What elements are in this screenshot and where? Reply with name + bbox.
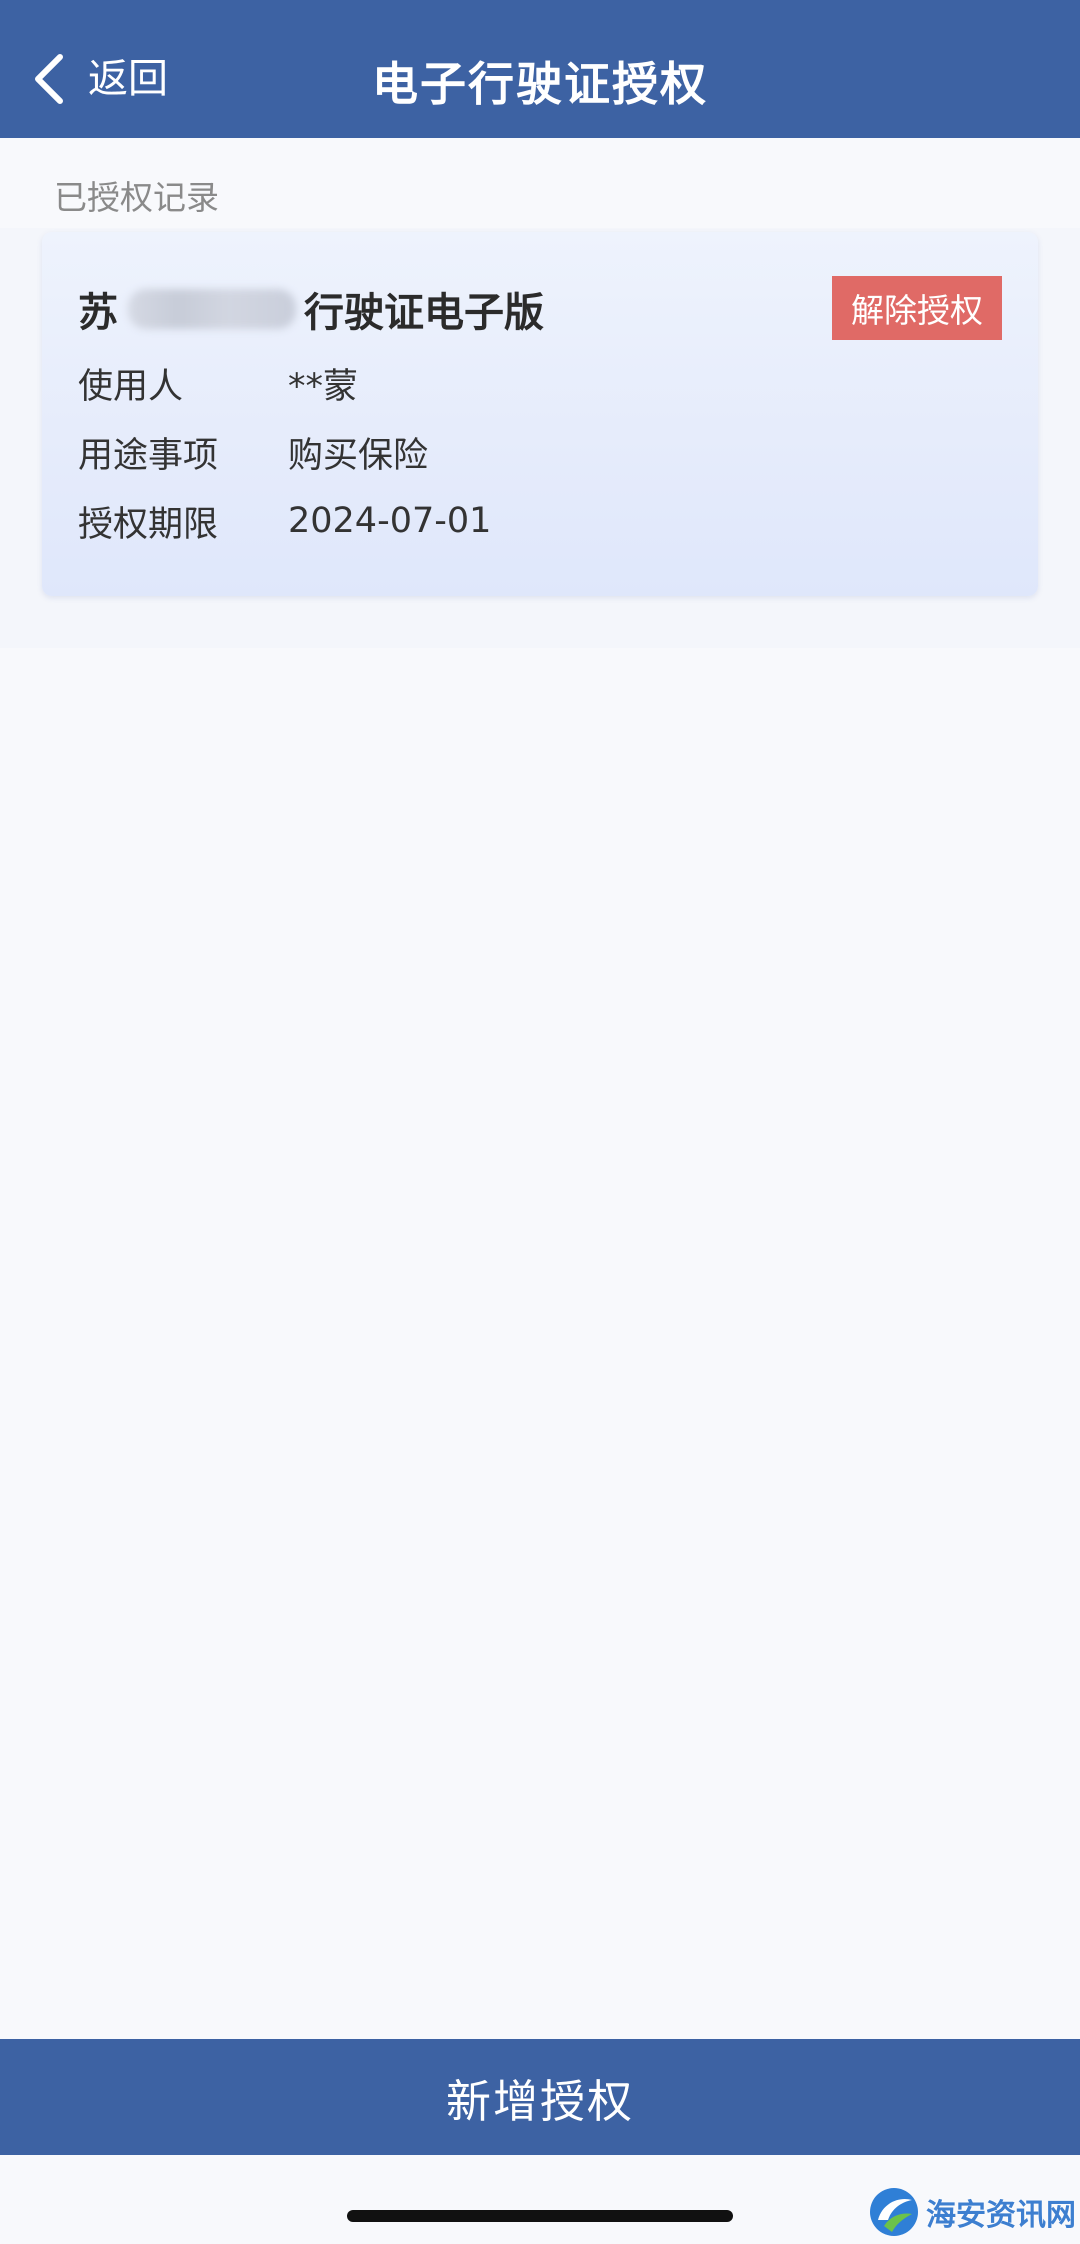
revoke-authorization-button[interactable]: 解除授权 [832, 276, 1002, 340]
license-type-label: 行驶证电子版 [304, 290, 544, 336]
field-value: 2024-07-01 [288, 501, 492, 541]
plate-number-redacted [128, 289, 296, 329]
field-key: 授权期限 [78, 504, 219, 545]
watermark: 海安资讯网 [868, 2185, 1076, 2239]
field-row-expiry: 授权期限 2024-07-01 [78, 498, 492, 545]
watermark-text: 海安资讯网 [926, 2198, 1076, 2233]
haian-logo-icon [870, 2188, 918, 2236]
section-label: 已授权记录 [54, 178, 219, 217]
page-title: 电子行驶证授权 [372, 57, 708, 111]
home-indicator [347, 2210, 733, 2222]
field-key: 用途事项 [78, 435, 219, 476]
record-title: 苏 行驶证电子版 [78, 284, 544, 336]
plate-prefix: 苏 [78, 290, 118, 336]
field-value: 购买保险 [288, 435, 429, 476]
nav-header: 返回 电子行驶证授权 [0, 0, 1080, 138]
add-authorization-button[interactable]: 新增授权 [0, 2039, 1080, 2155]
field-value: **蒙 [288, 366, 359, 407]
authorization-record-card[interactable]: 苏 行驶证电子版 解除授权 使用人 **蒙 用途事项 购买保险 授权期限 202… [42, 232, 1038, 596]
field-row-purpose: 用途事项 购买保险 [78, 429, 429, 476]
page: 返回 电子行驶证授权 已授权记录 苏 行驶证电子版 解除授权 使用人 **蒙 用… [0, 0, 1080, 2244]
field-key: 使用人 [78, 366, 184, 407]
field-row-user: 使用人 **蒙 [78, 360, 359, 407]
